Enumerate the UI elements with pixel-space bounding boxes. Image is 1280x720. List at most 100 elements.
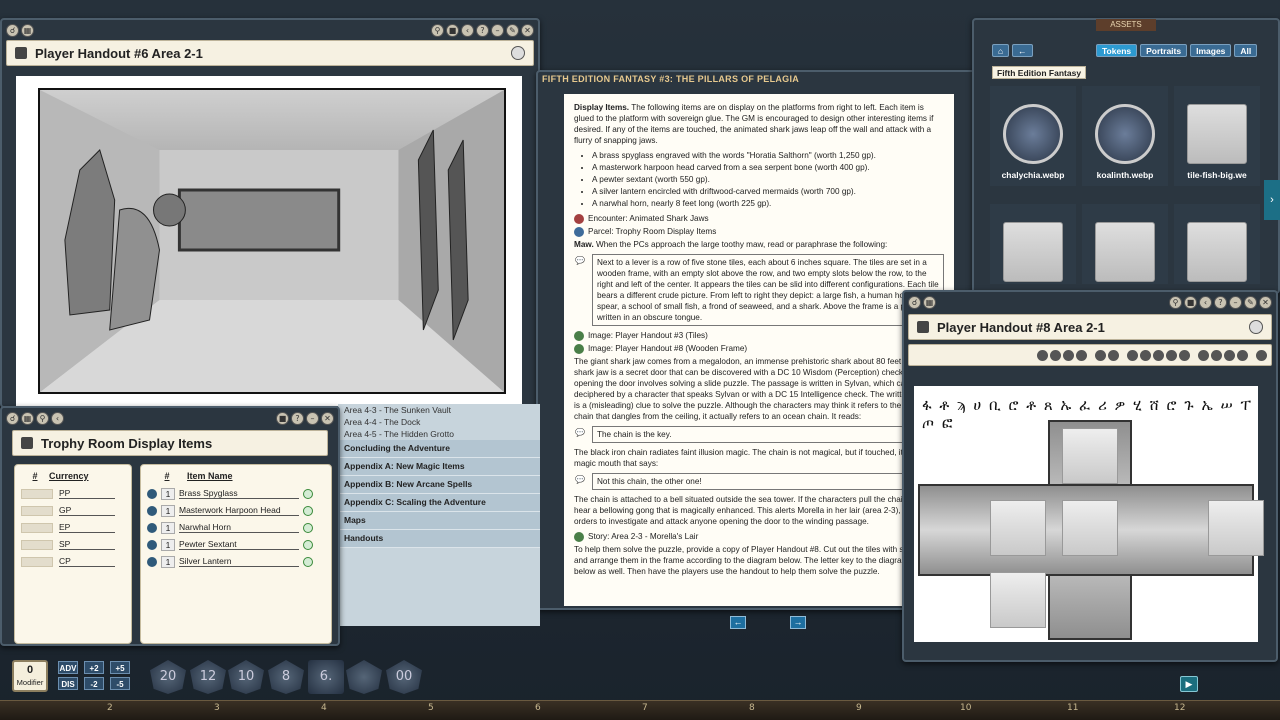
item-icon[interactable] — [147, 505, 157, 516]
item-qty[interactable]: 1 — [161, 538, 175, 551]
grid-icon[interactable]: ▦ — [21, 411, 34, 425]
help-icon[interactable]: ? — [291, 411, 304, 425]
close-icon[interactable]: ✕ — [521, 23, 534, 37]
back-icon[interactable]: ‹ — [51, 411, 64, 425]
lock-icon[interactable] — [917, 321, 929, 333]
currency-amount[interactable] — [21, 505, 53, 516]
hotkey-slot[interactable]: 8 — [749, 703, 755, 713]
story-body[interactable]: Display Items. The following items are o… — [564, 94, 954, 606]
item-name[interactable]: Pewter Sextant — [179, 539, 299, 550]
handout-8-window[interactable]: ☌ ▦ ⚲ ■ ‹? – ✎ ✕ Player Handout #8 Area 2-1 ፋ … — [902, 290, 1278, 662]
toc-item[interactable]: Area 4-5 - The Hidden Grotto — [338, 428, 540, 440]
hotkey-slot[interactable]: 11 — [1067, 703, 1078, 713]
edit-icon[interactable]: ✎ — [1244, 295, 1257, 309]
adv-button[interactable]: ADV — [58, 661, 78, 674]
pointer-tool-icon[interactable] — [1127, 349, 1138, 361]
close-icon[interactable]: ✕ — [321, 411, 334, 425]
item-row[interactable]: 1 Narwhal Horn — [147, 519, 325, 536]
item-qty[interactable]: 1 — [161, 555, 175, 568]
parcel-titlebar[interactable]: ☌ ▦ ⚲ ‹ ■? – ✕ — [2, 408, 338, 428]
currency-row[interactable]: SP — [21, 536, 125, 553]
expand-arrow-icon[interactable]: › — [1264, 180, 1280, 220]
all-tab[interactable]: All — [1234, 44, 1258, 57]
hotkey-bar[interactable]: 2 3 4 5 6 7 8 9 10 11 12 — [0, 700, 1280, 720]
item-icon[interactable] — [147, 539, 157, 550]
toggle-icon[interactable] — [1249, 320, 1263, 334]
table-of-contents[interactable]: Area 4-3 - The Sunken Vault Area 4-4 - T… — [338, 404, 540, 626]
assets-window[interactable]: ASSETS ⌂ ← Tokens Portraits Images All Fi… — [972, 18, 1280, 294]
item-name[interactable]: Narwhal Horn — [179, 522, 299, 533]
grid-icon[interactable]: ▦ — [923, 295, 936, 309]
item-name[interactable]: Masterwork Harpoon Head — [179, 505, 299, 516]
asset-tile[interactable]: tile-fish-big.we — [1174, 86, 1260, 186]
parcel-window[interactable]: ☌ ▦ ⚲ ‹ ■? – ✕ Trophy Room Display Items # Cur… — [0, 406, 340, 646]
lock-icon[interactable]: ■ — [276, 411, 289, 425]
open-link-icon[interactable] — [303, 488, 313, 499]
currency-amount[interactable] — [21, 556, 53, 567]
hotkey-slot[interactable]: 5 — [428, 703, 434, 713]
item-qty[interactable]: 1 — [161, 521, 175, 534]
asset-tile[interactable] — [1082, 204, 1168, 284]
toc-section[interactable]: Maps — [338, 512, 540, 530]
minus-2-button[interactable]: -2 — [84, 677, 104, 690]
home-button[interactable]: ⌂ — [992, 44, 1010, 57]
module-filter[interactable]: Fifth Edition Fantasy — [992, 66, 1087, 79]
link-icon[interactable]: ⚲ — [1169, 295, 1182, 309]
toc-section[interactable]: Appendix C: Scaling the Adventure — [338, 494, 540, 512]
image-link-tiles[interactable]: Image: Player Handout #3 (Tiles) — [574, 330, 944, 341]
back-button[interactable]: ← — [1012, 44, 1033, 57]
toc-item[interactable]: Area 4-3 - The Sunken Vault — [338, 404, 540, 416]
d6-die[interactable]: 6. — [308, 660, 344, 694]
share-icon[interactable]: ☌ — [6, 411, 19, 425]
draw-tool-icon[interactable] — [1095, 349, 1106, 361]
handout-8-titlebar[interactable]: ☌ ▦ ⚲ ■ ‹? – ✎ ✕ — [904, 292, 1276, 312]
currency-amount[interactable] — [21, 522, 53, 533]
image-link-frame[interactable]: Image: Player Handout #8 (Wooden Frame) — [574, 343, 944, 354]
item-row[interactable]: 1 Masterwork Harpoon Head — [147, 502, 325, 519]
lock-icon[interactable]: ■ — [446, 23, 459, 37]
help-icon[interactable]: ? — [1214, 295, 1227, 309]
mask-tool-icon[interactable] — [1050, 349, 1061, 361]
currency-amount[interactable] — [21, 539, 53, 550]
hotkey-slot[interactable]: 3 — [214, 703, 220, 713]
item-icon[interactable] — [147, 488, 157, 499]
modifier-box[interactable]: 0 Modifier — [12, 660, 48, 692]
toc-section[interactable]: Handouts — [338, 530, 540, 548]
handout-6-titlebar[interactable]: ☌ ▦ ⚲ ■ ‹? – ✎ ✕ — [2, 20, 538, 40]
shield-tool-icon[interactable] — [1166, 349, 1177, 361]
play-button[interactable]: ▶ — [1180, 676, 1198, 692]
erase-tool-icon[interactable] — [1108, 349, 1119, 361]
item-icon[interactable] — [147, 556, 157, 567]
pin-tool-icon[interactable] — [1211, 349, 1222, 361]
hotkey-slot[interactable]: 12 — [1174, 703, 1185, 713]
item-row[interactable]: 1 Silver Lantern — [147, 553, 325, 570]
minimize-icon[interactable]: – — [1229, 295, 1242, 309]
layer-tool-icon[interactable] — [1076, 349, 1087, 361]
share-icon[interactable]: ☌ — [6, 23, 19, 37]
token-tool-icon[interactable] — [1063, 349, 1074, 361]
share-icon[interactable]: ☌ — [908, 295, 921, 309]
help-icon[interactable]: ? — [476, 23, 489, 37]
currency-row[interactable]: GP — [21, 502, 125, 519]
handout-6-window[interactable]: ☌ ▦ ⚲ ■ ‹? – ✎ ✕ Player Handout #6 Area 2-1 — [0, 18, 540, 408]
open-link-icon[interactable] — [303, 539, 313, 550]
currency-row[interactable]: CP — [21, 553, 125, 570]
link-icon[interactable]: ⚲ — [36, 411, 49, 425]
dis-button[interactable]: DIS — [58, 677, 78, 690]
toc-section[interactable]: Appendix A: New Magic Items — [338, 458, 540, 476]
parcel-link[interactable]: Parcel: Trophy Room Display Items — [574, 226, 944, 237]
item-name[interactable]: Silver Lantern — [179, 556, 299, 567]
item-icon[interactable] — [147, 522, 157, 533]
images-tab[interactable]: Images — [1190, 44, 1232, 57]
prev-page-button[interactable]: ← — [730, 616, 746, 629]
asset-tile[interactable]: koalinth.webp — [1082, 86, 1168, 186]
toc-section[interactable]: Concluding the Adventure — [338, 440, 540, 458]
target-tool-icon[interactable] — [1140, 349, 1151, 361]
plus-5-button[interactable]: +5 — [110, 661, 130, 674]
open-link-icon[interactable] — [303, 522, 313, 533]
hotkey-slot[interactable]: 7 — [642, 703, 648, 713]
delete-tool-icon[interactable] — [1179, 349, 1190, 361]
back-icon[interactable]: ‹ — [1199, 295, 1212, 309]
toggle-icon[interactable] — [511, 46, 525, 60]
lock-icon[interactable]: ■ — [1184, 295, 1197, 309]
